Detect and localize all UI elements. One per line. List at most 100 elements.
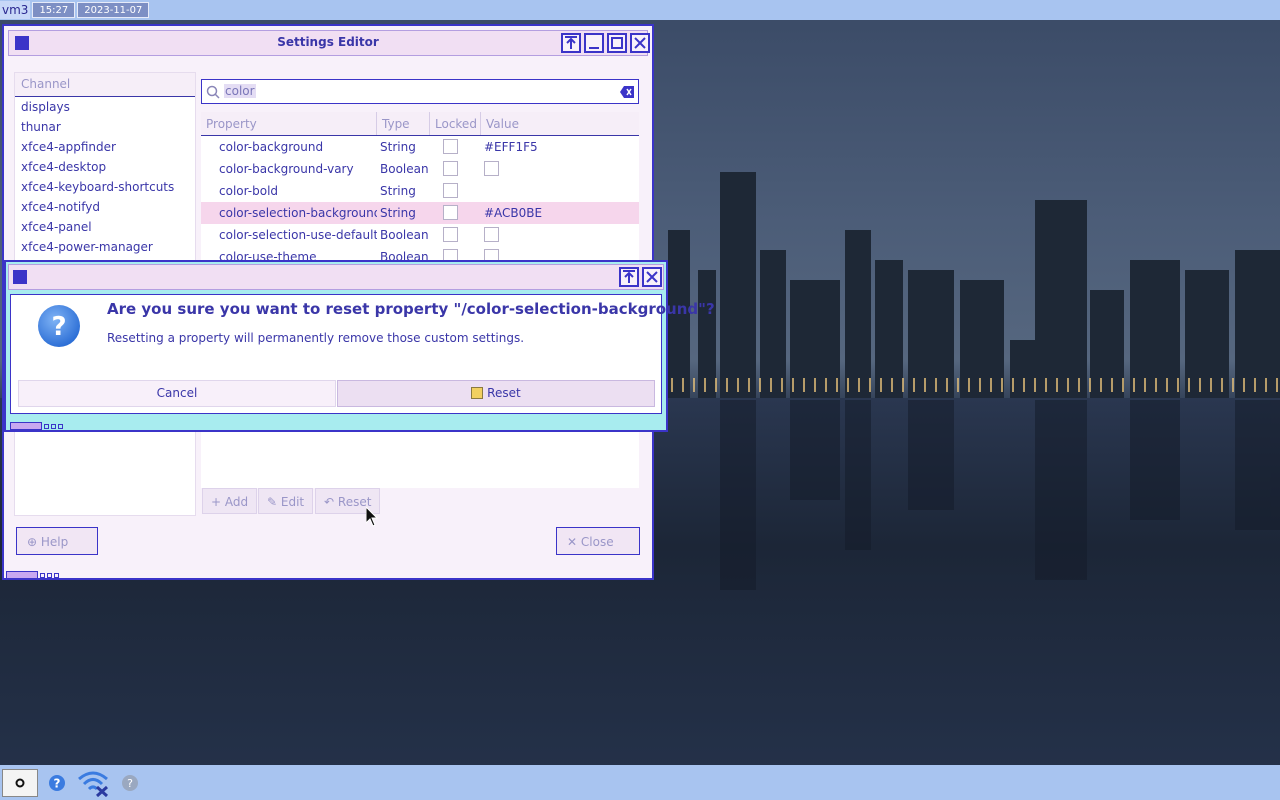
property-type: Boolean	[380, 162, 429, 176]
value-checkbox[interactable]	[484, 227, 499, 242]
bottom-panel: ? ?	[0, 765, 1280, 800]
menu-button[interactable]	[2, 769, 38, 797]
table-row[interactable]: color-background-vary Boolean	[201, 158, 639, 180]
help-label: Help	[40, 535, 69, 549]
confirm-reset-button[interactable]: Reset	[337, 380, 655, 407]
settings-editor-titlebar[interactable]: Settings Editor	[8, 30, 650, 56]
locked-checkbox[interactable]	[443, 139, 458, 154]
property-table-header: Property Type Locked Value	[201, 112, 639, 136]
table-row[interactable]: color-background String #EFF1F5	[201, 136, 639, 158]
minimize-icon	[589, 47, 599, 49]
svg-text:?: ?	[54, 777, 61, 791]
property-value	[481, 180, 639, 202]
property-type: Boolean	[380, 228, 429, 242]
channel-item[interactable]: xfce4-keyboard-shortcuts	[15, 177, 195, 197]
search-value: color	[224, 84, 256, 98]
question-icon: ?	[38, 305, 80, 347]
clock-time[interactable]: 15:27	[32, 2, 76, 18]
locked-checkbox[interactable]	[443, 205, 458, 220]
confirm-reset-label: Reset	[487, 386, 521, 400]
svg-text:?: ?	[51, 312, 66, 342]
help-icon: ⊕	[27, 535, 38, 549]
cancel-button[interactable]: Cancel	[18, 380, 336, 407]
property-name: color-background	[219, 140, 324, 154]
updates-status[interactable]: ?	[118, 769, 142, 797]
channel-item[interactable]: thunar	[15, 117, 195, 137]
help-launcher[interactable]: ?	[44, 769, 70, 797]
city-skyline	[650, 160, 1280, 400]
column-header-property[interactable]: Property	[201, 112, 377, 135]
channel-item[interactable]: xfce4-desktop	[15, 157, 195, 177]
channel-item[interactable]: displays	[15, 97, 195, 117]
undo-icon: ↶	[324, 495, 335, 509]
wifi-disconnected-icon	[78, 771, 109, 797]
help-circle-icon: ?	[49, 775, 65, 791]
plus-icon: +	[211, 495, 222, 509]
stick-icon	[623, 270, 635, 283]
property-name: color-background-vary	[219, 162, 354, 176]
property-type: String	[380, 140, 416, 154]
add-button[interactable]: + Add	[202, 488, 258, 514]
window-title: Settings Editor	[277, 35, 379, 49]
svg-text:?: ?	[127, 777, 133, 790]
clear-search-icon	[620, 86, 634, 98]
window-resize-handle[interactable]	[6, 570, 59, 580]
reset-dialog-titlebar[interactable]	[8, 264, 664, 290]
channel-item[interactable]: xfce4-appfinder	[15, 137, 195, 157]
edit-button[interactable]: ✎ Edit	[258, 488, 314, 514]
menu-circle-icon	[15, 778, 25, 788]
locked-checkbox[interactable]	[443, 227, 458, 242]
property-search-input[interactable]: color	[201, 79, 639, 104]
close-icon	[634, 37, 646, 49]
channel-item[interactable]: xfce4-notifyd	[15, 197, 195, 217]
property-name: color-bold	[219, 184, 279, 198]
top-panel: vm3 15:27 2023-11-07	[0, 0, 1280, 20]
channel-item[interactable]: xfce4-panel	[15, 217, 195, 237]
stick-button[interactable]	[561, 33, 581, 53]
help-button[interactable]: ⊕ Help	[16, 527, 98, 555]
updates-icon: ?	[122, 775, 138, 791]
dialog-resize-handle[interactable]	[10, 421, 63, 431]
table-row[interactable]: color-selection-use-default Boolean	[201, 224, 639, 246]
column-header-type[interactable]: Type	[377, 112, 430, 135]
clock-date[interactable]: 2023-11-07	[77, 2, 150, 18]
close-small-icon: ✕	[567, 535, 578, 549]
channel-item[interactable]: xfce4-power-manager	[15, 237, 195, 257]
close-icon	[646, 271, 658, 283]
maximize-button[interactable]	[607, 33, 627, 53]
property-type: String	[380, 184, 416, 198]
search-icon	[206, 85, 220, 99]
property-name: color-selection-background	[219, 206, 377, 220]
reset-icon	[471, 387, 484, 399]
property-value: #ACB0BE	[484, 206, 543, 220]
table-row[interactable]: color-bold String	[201, 180, 639, 202]
column-header-locked[interactable]: Locked	[430, 112, 481, 135]
locked-checkbox[interactable]	[443, 183, 458, 198]
city-lights	[660, 378, 1280, 392]
close-window-button[interactable]	[630, 33, 650, 53]
dialog-stick-button[interactable]	[619, 267, 639, 287]
locked-checkbox[interactable]	[443, 161, 458, 176]
dialog-close-button[interactable]	[642, 267, 662, 287]
stick-icon	[565, 36, 577, 49]
column-header-value[interactable]: Value	[481, 112, 639, 135]
channel-column-header[interactable]: Channel	[15, 73, 195, 97]
mouse-cursor-icon	[366, 507, 378, 527]
dialog-heading: Are you sure you want to reset property …	[107, 300, 715, 318]
pencil-icon: ✎	[267, 495, 278, 509]
dialog-message: Resetting a property will permanently re…	[107, 331, 525, 345]
skyline-reflection	[650, 400, 1280, 600]
edit-label: Edit	[280, 495, 305, 509]
workspace-label[interactable]: vm3	[0, 1, 31, 19]
minimize-button[interactable]	[584, 33, 604, 53]
property-type: String	[380, 206, 416, 220]
maximize-icon	[611, 37, 623, 49]
table-row-selected[interactable]: color-selection-background String #ACB0B…	[201, 202, 639, 224]
property-name: color-selection-use-default	[219, 228, 377, 242]
network-status[interactable]	[76, 769, 110, 797]
close-button[interactable]: ✕ Close	[556, 527, 640, 555]
value-checkbox[interactable]	[484, 161, 499, 176]
close-label: Close	[580, 535, 614, 549]
property-value: #EFF1F5	[484, 140, 538, 154]
dialog-menu-icon[interactable]	[13, 270, 27, 284]
